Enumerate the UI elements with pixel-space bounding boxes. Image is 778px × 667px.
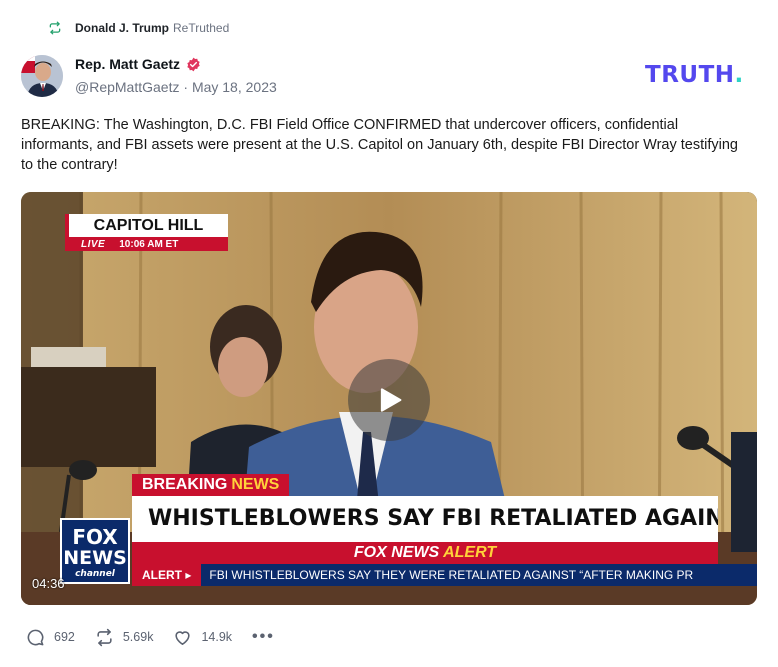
avatar[interactable] [21,55,63,97]
retruth-label: ReTruthed [173,21,230,35]
truth-logo-text: TRUTH [645,62,735,88]
retruth-button[interactable]: 5.69k [95,628,154,647]
fox-logo-line2: NEWS [63,547,127,569]
author-meta: @RepMattGaetz · May 18, 2023 [75,79,277,95]
retruth-icon [97,628,112,646]
post-date[interactable]: May 18, 2023 [192,79,277,95]
bug-time: 10:06 AM ET [119,238,179,250]
play-button[interactable] [348,359,430,441]
post-text: BREAKING: The Washington, D.C. FBI Field… [21,117,738,173]
fox-logo-line1: FOX [72,525,118,549]
bug-location: CAPITOL HILL [65,214,228,237]
retruth-line: Donald J. Trump ReTruthed [48,19,229,37]
retruth-icon [49,21,61,35]
alert-word: ALERT [443,544,497,561]
breaking-word: BREAKING [142,476,228,493]
ticker-text: FBI WHISTLEBLOWERS SAY THEY WERE RETALIA… [209,568,694,582]
meta-separator: · [179,79,192,95]
chyron-headline: WHISTLEBLOWERS SAY FBI RETALIATED AGAINS… [132,496,718,542]
retruth-count: 5.69k [122,630,154,644]
verified-badge-icon [187,57,200,71]
author-handle[interactable]: @RepMattGaetz [75,79,179,95]
reply-count: 692 [54,630,75,644]
news-ticker: ALERT ▸ FBI WHISTLEBLOWERS SAY THEY WERE… [132,564,757,586]
lower-third: BREAKING NEWS WHISTLEBLOWERS SAY FBI RETA… [132,474,757,586]
reply-button[interactable]: 692 [26,628,75,647]
like-count: 14.9k [201,630,233,644]
heart-icon [175,630,191,645]
truth-logo-dot: . [734,62,744,88]
news-word: NEWS [231,476,280,493]
more-options-button[interactable]: ••• [252,628,275,646]
alert-bar: FOX NEWS ALERT [132,542,718,564]
retruth-user-name[interactable]: Donald J. Trump [75,21,169,35]
fox-news-logo: FOX NEWS channel [60,518,130,584]
video-duration: 04:36 [32,576,65,591]
play-icon [380,388,402,412]
ticker-label: ALERT ▸ [132,564,202,586]
author-name[interactable]: Rep. Matt Gaetz [75,56,180,72]
location-bug: CAPITOL HILL LIVE 10:06 AM ET [65,214,228,252]
video-player[interactable]: CAPITOL HILL LIVE 10:06 AM ET BREAKING NE… [21,192,757,605]
fox-logo-line3: channel [75,569,115,579]
breaking-news-tag: BREAKING NEWS [132,474,290,496]
bug-live: LIVE [81,238,106,250]
comment-icon [27,629,44,645]
truth-logo[interactable]: TRUTH. [645,62,744,88]
like-button[interactable]: 14.9k [173,628,232,647]
post-actions: 692 5.69k 14.9k ••• [26,626,275,648]
bug-live-row: LIVE 10:06 AM ET [65,237,228,251]
alert-brand: FOX NEWS [353,544,440,561]
post-author: Rep. Matt Gaetz @RepMattGaetz · May 18, … [75,55,277,95]
